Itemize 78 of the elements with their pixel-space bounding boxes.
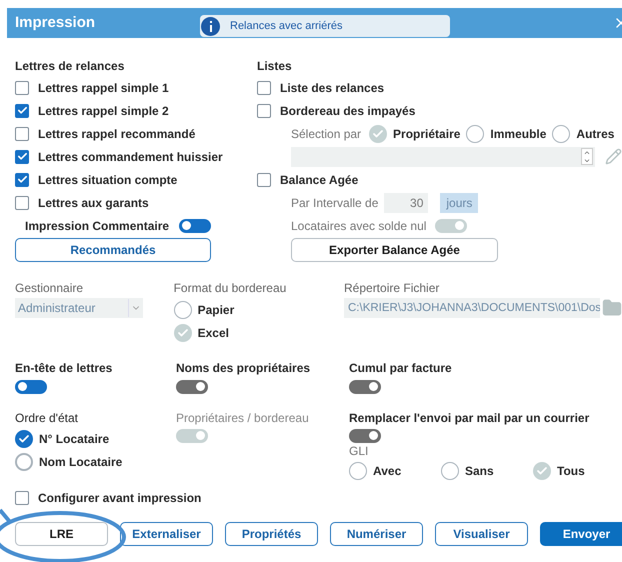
checkbox-label: Lettres rappel recommandé bbox=[38, 126, 196, 142]
action-button[interactable]: LRE bbox=[15, 522, 108, 546]
toggle-switch[interactable] bbox=[349, 428, 381, 442]
checkbox[interactable] bbox=[15, 490, 29, 504]
toggle-switch[interactable] bbox=[349, 380, 381, 394]
interval-field[interactable]: 30 bbox=[384, 192, 428, 212]
checkbox[interactable] bbox=[257, 80, 271, 94]
manager-select[interactable]: Administrateur bbox=[15, 298, 143, 318]
field-label: Sélection par bbox=[291, 126, 362, 142]
checkbox-label: Liste des relances bbox=[280, 80, 384, 96]
action-button[interactable]: Externaliser bbox=[120, 522, 213, 546]
checkbox-label: Configurer avant impression bbox=[38, 490, 202, 506]
spin-field[interactable] bbox=[291, 146, 595, 166]
action-button[interactable]: Numériser bbox=[330, 522, 423, 546]
toggle-label: Locataires avec solde nul bbox=[291, 218, 426, 234]
unit-label: jours bbox=[440, 192, 478, 212]
check-icon bbox=[16, 174, 28, 185]
check-icon bbox=[372, 128, 384, 140]
field-label: Gestionnaire bbox=[15, 280, 84, 297]
check-icon bbox=[536, 464, 548, 476]
checkbox-label: Lettres situation compte bbox=[38, 172, 178, 188]
check-icon bbox=[18, 432, 30, 444]
checkbox[interactable] bbox=[15, 104, 29, 118]
checkbox-label: Lettres rappel simple 2 bbox=[38, 102, 169, 120]
toggle-label: Impression Commentaire bbox=[25, 218, 170, 234]
checkbox-label: Lettres rappel simple 1 bbox=[38, 80, 169, 96]
spin-arrows-icon[interactable] bbox=[581, 148, 593, 165]
toggle-switch[interactable] bbox=[176, 380, 208, 394]
radio-label: Excel bbox=[198, 324, 229, 342]
checkbox[interactable] bbox=[15, 150, 29, 164]
field-label: GLI bbox=[349, 444, 368, 459]
section-heading: Listes bbox=[257, 58, 292, 75]
field-label: Format du bordereau bbox=[174, 280, 286, 297]
info-icon bbox=[201, 16, 220, 36]
action-button[interactable]: Exporter Balance Agée bbox=[291, 238, 498, 262]
checkbox-label: Balance Agée bbox=[280, 172, 358, 188]
check-icon bbox=[16, 105, 28, 116]
checkbox-label: Lettres aux garants bbox=[38, 194, 149, 212]
checkbox-label: Bordereau des impayés bbox=[280, 102, 416, 120]
radio-button[interactable] bbox=[15, 430, 33, 448]
field-label: Par Intervalle de bbox=[291, 194, 378, 212]
action-button[interactable]: Propriétés bbox=[225, 522, 318, 546]
action-button[interactable]: Recommandés bbox=[15, 238, 211, 262]
radio-label: Immeuble bbox=[490, 126, 546, 142]
action-button[interactable]: Visualiser bbox=[435, 522, 528, 546]
checkbox[interactable] bbox=[15, 172, 29, 186]
section-heading: Lettres de relances bbox=[15, 58, 124, 75]
toggle-label: Propriétaires / bordereau bbox=[176, 410, 309, 427]
info-text: Relances avec arriérés bbox=[230, 18, 342, 34]
field-label: Ordre d'état bbox=[15, 410, 78, 427]
radio-label: Papier bbox=[198, 302, 234, 318]
toggle-label: Cumul par facture bbox=[349, 360, 452, 377]
radio-label: Nom Locataire bbox=[39, 454, 122, 470]
checkbox[interactable] bbox=[257, 172, 271, 186]
check-icon bbox=[16, 151, 28, 162]
send-button[interactable]: Envoyer bbox=[540, 522, 622, 546]
checkbox[interactable] bbox=[15, 126, 29, 140]
field-label: Répertoire Fichier bbox=[344, 280, 440, 297]
window-title: Impression bbox=[15, 12, 96, 33]
radio-label: Tous bbox=[557, 462, 585, 480]
checkbox[interactable] bbox=[15, 80, 29, 94]
toggle-label: Remplacer l'envoi par mail par un courrier bbox=[349, 410, 590, 427]
radio-label: Autres bbox=[576, 126, 614, 142]
radio-label: Propriétaire bbox=[393, 126, 460, 142]
check-icon bbox=[176, 326, 189, 338]
edit-icon[interactable] bbox=[605, 148, 622, 165]
radio-label: Sans bbox=[465, 462, 494, 480]
toggle-switch[interactable] bbox=[179, 218, 212, 232]
folder-icon[interactable] bbox=[602, 298, 622, 318]
radio-button[interactable] bbox=[15, 452, 33, 470]
checkbox-label: Lettres commandement huissier bbox=[38, 148, 223, 166]
toggle-switch[interactable] bbox=[15, 380, 47, 394]
radio-label: N° Locataire bbox=[39, 430, 110, 448]
radio-label: Avec bbox=[373, 462, 402, 480]
toggle-label: Noms des propriétaires bbox=[176, 360, 310, 377]
checkbox[interactable] bbox=[15, 196, 29, 210]
checkbox[interactable] bbox=[257, 104, 271, 118]
toggle-label: En-tête de lettres bbox=[15, 360, 112, 377]
